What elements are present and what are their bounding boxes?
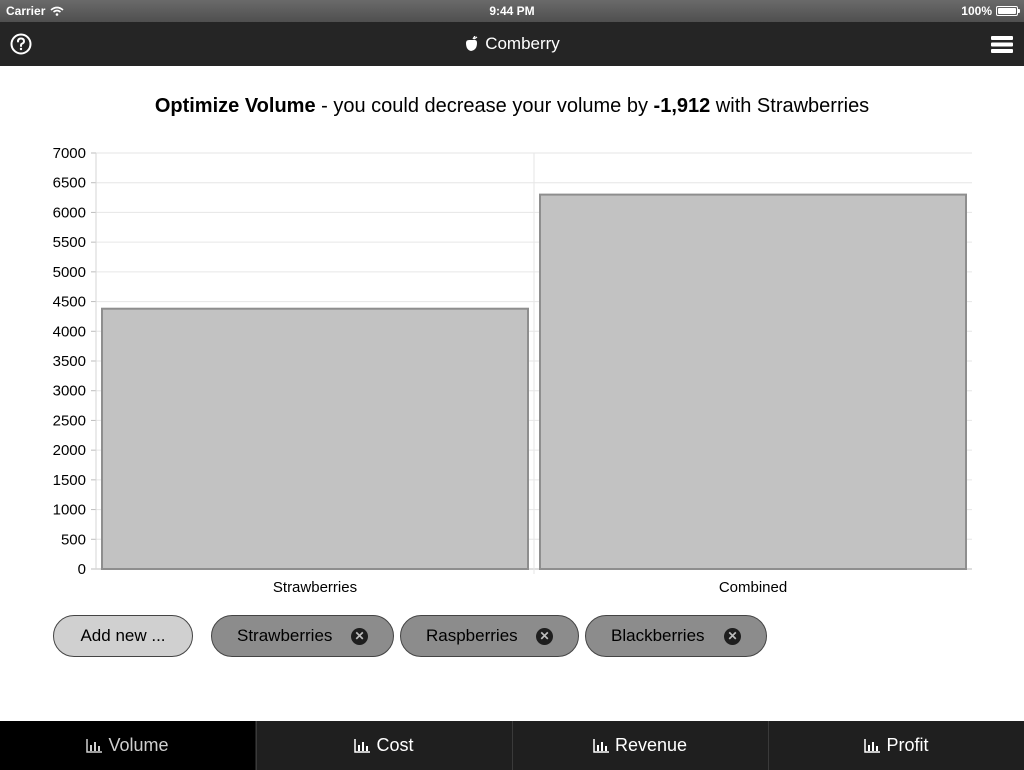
hamburger-menu-icon[interactable] bbox=[991, 36, 1013, 53]
y-tick-label: 3000 bbox=[53, 383, 86, 400]
bar-chart-icon bbox=[86, 738, 103, 753]
headline-metric: Optimize Volume bbox=[154, 95, 316, 117]
y-tick-label: 5500 bbox=[53, 234, 86, 251]
bar-chart-icon bbox=[354, 738, 371, 753]
status-bar: Carrier 9:44 PM 100% bbox=[0, 0, 1024, 22]
add-new-button[interactable]: Add new ... bbox=[53, 615, 193, 657]
headline-text-after: with Strawberries bbox=[710, 95, 870, 117]
y-tick-label: 500 bbox=[61, 531, 86, 548]
y-tick-label: 3500 bbox=[53, 353, 86, 370]
close-circle-icon[interactable]: ✕ bbox=[351, 628, 368, 645]
tab-revenue[interactable]: Revenue bbox=[512, 721, 767, 770]
fruit-chip-blackberries[interactable]: Blackberries ✕ bbox=[585, 615, 767, 657]
tab-volume[interactable]: Volume bbox=[0, 721, 255, 770]
y-tick-label: 0 bbox=[78, 561, 86, 578]
status-time: 9:44 PM bbox=[489, 4, 535, 18]
add-new-label: Add new ... bbox=[80, 626, 166, 645]
app-title-label: Comberry bbox=[485, 34, 560, 53]
fruit-chip-label: Blackberries bbox=[611, 626, 705, 645]
y-tick-label: 1500 bbox=[53, 472, 86, 489]
volume-bar-chart: 0 500 1000 1500 2000 2500 3000 3500 4000 4500 5000… bbox=[53, 145, 972, 596]
battery-icon bbox=[996, 6, 1020, 16]
x-tick-label: Combined bbox=[719, 579, 787, 596]
fruit-chip-raspberries[interactable]: Raspberries ✕ bbox=[400, 615, 579, 657]
battery-percent: 100% bbox=[961, 4, 992, 18]
berry-logo-icon bbox=[466, 36, 478, 51]
bar-strawberries bbox=[101, 307, 529, 570]
tab-label: Volume bbox=[108, 735, 169, 755]
fruit-chip-label: Raspberries bbox=[426, 626, 518, 645]
y-tick-label: 6500 bbox=[53, 175, 86, 192]
fruit-chip-strawberries[interactable]: Strawberries ✕ bbox=[211, 615, 394, 657]
y-tick-label: 1000 bbox=[53, 502, 86, 519]
y-tick-label: 7000 bbox=[53, 145, 86, 162]
headline-amount: -1,912 bbox=[653, 95, 711, 117]
tab-label: Profit bbox=[886, 735, 929, 755]
bar-chart-icon bbox=[593, 738, 609, 753]
app-title: Comberry bbox=[0, 34, 1024, 54]
y-tick-label: 4500 bbox=[53, 294, 86, 311]
battery-indicator: 100% bbox=[961, 4, 1020, 18]
bar-chart-icon bbox=[864, 738, 881, 753]
optimization-headline: Optimize Volume - you could decrease you… bbox=[0, 95, 1024, 118]
y-tick-label: 6000 bbox=[53, 204, 86, 221]
close-circle-icon[interactable]: ✕ bbox=[536, 628, 553, 645]
close-circle-icon[interactable]: ✕ bbox=[724, 628, 741, 645]
y-tick-label: 4000 bbox=[53, 323, 86, 340]
x-tick-label: Strawberries bbox=[273, 579, 357, 596]
y-tick-label: 5000 bbox=[53, 264, 86, 281]
tab-cost[interactable]: Cost bbox=[256, 721, 511, 770]
bottom-tab-bar: Volume Cost Revenue Profit bbox=[0, 721, 1024, 770]
headline-text-before: - you could decrease your volume by bbox=[315, 95, 654, 117]
navigation-bar: Comberry bbox=[0, 22, 1024, 66]
y-tick-label: 2500 bbox=[53, 412, 86, 429]
tab-profit[interactable]: Profit bbox=[768, 721, 1024, 770]
tab-label: Cost bbox=[376, 735, 414, 755]
bar-combined bbox=[539, 193, 967, 570]
y-tick-label: 2000 bbox=[53, 442, 86, 459]
tab-label: Revenue bbox=[614, 735, 688, 755]
fruit-chip-label: Strawberries bbox=[237, 626, 333, 645]
